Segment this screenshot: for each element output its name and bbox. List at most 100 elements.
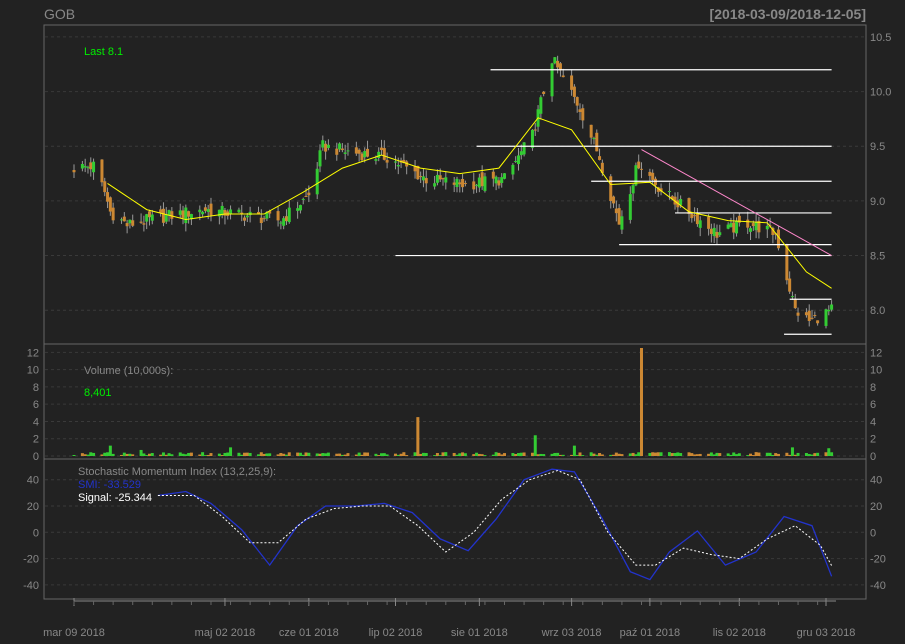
volume-bar (324, 453, 328, 456)
volume-bar (461, 452, 465, 456)
volume-bar (667, 452, 671, 456)
volume-bar (189, 452, 193, 456)
volume-bar (318, 453, 322, 456)
x-tick-label: lis 02 2018 (713, 627, 766, 639)
candle-body (749, 228, 753, 232)
candle-body (139, 221, 143, 223)
candle-body (100, 159, 104, 183)
candle-body (237, 209, 241, 213)
candle-body (816, 320, 820, 324)
candle-body (620, 216, 624, 230)
volume-bar (416, 417, 420, 456)
y-tick-label-left: 0 (33, 527, 39, 539)
x-tick-label: sie 01 2018 (451, 627, 508, 639)
volume-bar (335, 453, 339, 456)
candle-body (648, 171, 652, 176)
volume-bar (746, 455, 750, 456)
volume-bar (282, 453, 286, 456)
candle-body (572, 86, 576, 97)
candle-body (533, 129, 537, 131)
volume-bar (550, 453, 554, 456)
candle-body (516, 155, 520, 165)
volume-bar (421, 452, 425, 456)
candle-body (298, 205, 302, 211)
volume-bar (558, 454, 562, 456)
candle-body (575, 97, 579, 106)
date-range: [2018-03-09/2018-12-05] (710, 6, 866, 22)
candle-body (438, 175, 442, 180)
volume-bar (648, 452, 652, 456)
candle-body (790, 296, 794, 298)
candle-body (592, 137, 596, 140)
volume-bar (572, 445, 576, 456)
volume-bar (472, 454, 476, 456)
candle-body (206, 209, 210, 212)
candle-body (122, 216, 126, 222)
volume-bar (380, 453, 384, 456)
y-tick-label-left: 6 (33, 399, 39, 411)
candle-body (483, 176, 487, 191)
volume-bar (257, 454, 261, 456)
volume-bar (511, 453, 515, 456)
volume-bar (614, 452, 618, 456)
volume-bar (578, 452, 582, 456)
candle-body (170, 211, 174, 219)
candle-body (707, 216, 711, 229)
volume-bar (80, 453, 84, 456)
y-tick-label: -20 (870, 554, 886, 566)
y-tick-label-left: -40 (23, 580, 39, 592)
volume-bar (150, 453, 154, 456)
volume-bar (765, 452, 769, 456)
volume-bar (276, 454, 280, 456)
volume-bar (726, 453, 730, 456)
volume-bar (503, 453, 507, 456)
smi-label: Stochastic Momentum Index (13,2,25,9): (78, 466, 276, 478)
candle-body (830, 304, 834, 310)
volume-bar (413, 452, 417, 456)
volume-label: Volume (10,000s): (84, 365, 173, 377)
volume-bar (712, 454, 716, 456)
volume-bar (167, 453, 171, 456)
candle-body (695, 213, 699, 225)
volume-bar (307, 452, 311, 456)
volume-bar (539, 453, 543, 456)
y-tick-label: 8.5 (870, 251, 885, 263)
volume-bar (72, 454, 76, 456)
volume-bar (89, 452, 93, 456)
volume-bar (142, 453, 146, 456)
candle-body (142, 223, 146, 225)
candle-body (382, 148, 386, 160)
volume-bar (651, 452, 655, 456)
candle-body (824, 309, 828, 326)
volume-bar (402, 452, 406, 456)
x-tick-label: paź 01 2018 (620, 627, 681, 639)
volume-bar (729, 454, 733, 456)
y-tick-label: 40 (870, 475, 882, 487)
candle-body (718, 232, 722, 236)
candle-body (89, 162, 93, 170)
volume-bar (570, 454, 574, 456)
volume-bar (670, 453, 674, 456)
candle-body (628, 194, 632, 220)
candle-body (340, 148, 344, 151)
volume-bar (737, 453, 741, 456)
candle-body (514, 161, 518, 163)
candle-body (245, 215, 249, 218)
candle-body (92, 161, 96, 173)
candle-body (553, 57, 557, 64)
volume-bar (243, 452, 247, 456)
volume-bar (475, 452, 479, 456)
candle-body (598, 156, 602, 160)
volume-bar (707, 453, 711, 456)
volume-bar (494, 452, 498, 456)
candle-body (709, 228, 713, 234)
volume-bar (718, 453, 722, 456)
volume-bar (673, 452, 677, 456)
volume-bar (592, 453, 596, 456)
candle-body (511, 164, 515, 175)
volume-bar (240, 454, 244, 456)
volume-bar (201, 452, 205, 456)
candle-body (187, 211, 191, 217)
volume-bar (111, 453, 115, 456)
x-tick-label: cze 01 2018 (279, 627, 339, 639)
